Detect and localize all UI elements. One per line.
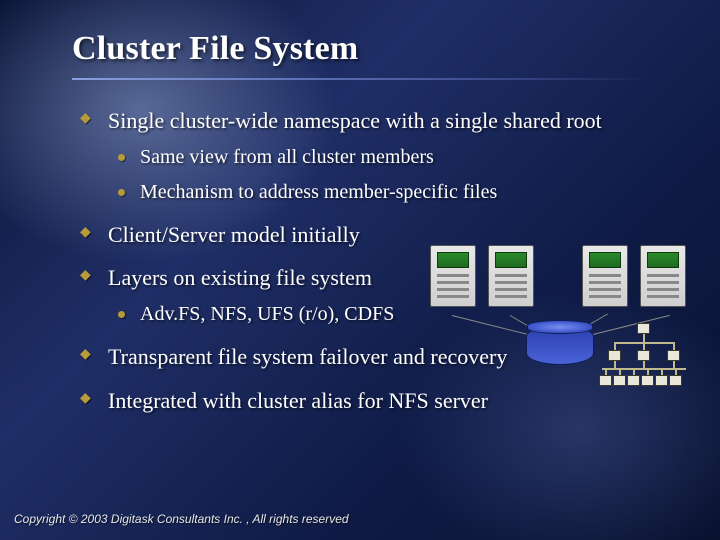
- bullet-text: Single cluster-wide namespace with a sin…: [108, 108, 602, 133]
- server-icon: [640, 245, 686, 315]
- slide-title: Cluster File System: [0, 30, 720, 68]
- copyright-footer: Copyright © 2003 Digitask Consultants In…: [14, 512, 349, 526]
- server-icon: [582, 245, 628, 315]
- sub-bullet-text: Adv.FS, NFS, UFS (r/o), CDFS: [140, 303, 394, 325]
- shared-disk-icon: [526, 325, 594, 365]
- bullet-item: Single cluster-wide namespace with a sin…: [80, 106, 660, 206]
- server-icon: [430, 245, 476, 315]
- sub-bullet-item: Mechanism to address member-specific fil…: [118, 179, 660, 206]
- cluster-diagram: [430, 245, 690, 415]
- sub-bullet-text: Same view from all cluster members: [140, 146, 434, 168]
- bullet-text: Client/Server model initially: [108, 222, 360, 247]
- sub-bullet-text: Mechanism to address member-specific fil…: [140, 181, 497, 203]
- namespace-tree-icon: [602, 323, 686, 403]
- sub-bullet-list: Same view from all cluster members Mecha…: [108, 144, 660, 206]
- server-icon: [488, 245, 534, 315]
- sub-bullet-item: Same view from all cluster members: [118, 144, 660, 171]
- slide: Cluster File System Single cluster-wide …: [0, 0, 720, 540]
- bullet-text: Layers on existing file system: [108, 265, 372, 290]
